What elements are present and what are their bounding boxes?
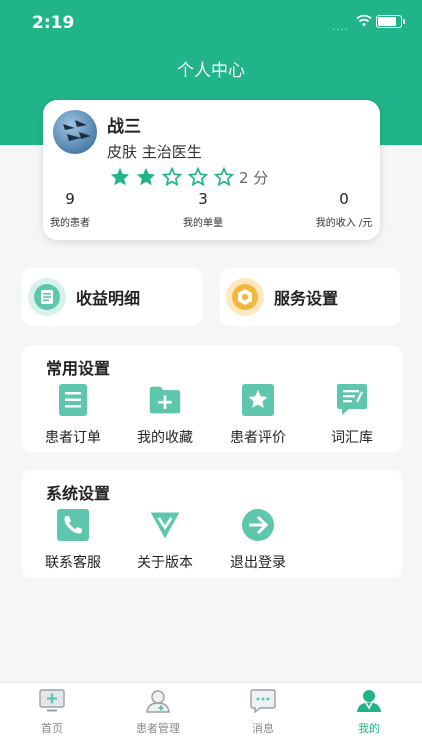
status-time: 2:19 [32,13,75,33]
doctor-name: 战三 [107,117,141,137]
section-title: 系统设置 [46,484,111,503]
service-settings-button[interactable]: 服务设置 [220,268,400,326]
avatar[interactable] [53,110,97,154]
logout-button[interactable]: 退出登录 [218,508,298,572]
tab-messages[interactable]: 消息 [228,689,298,736]
item-label: 关于版本 [137,555,193,571]
star-empty-icon [187,166,209,187]
star-filled-icon [110,167,130,186]
patient-icon [146,690,170,713]
order-list-icon [56,383,90,417]
phone-icon [56,508,90,542]
star-box-icon [241,383,275,417]
earnings-detail-button[interactable]: 收益明细 [22,268,202,326]
stat-orders[interactable]: 3 我的单量 [173,190,233,229]
stat-value: 9 [65,190,75,208]
stat-label: 我的单量 [183,218,223,229]
tab-label: 首页 [41,722,63,735]
wifi-icon [356,14,372,27]
my-favorites-button[interactable]: 我的收藏 [125,383,205,447]
star-filled-icon [136,167,156,186]
star-empty-icon [213,166,235,187]
item-label: 词汇库 [331,430,373,446]
section-title: 常用设置 [46,359,111,378]
rating: 2 分 [109,166,268,188]
receipt-icon [28,278,66,316]
vocabulary-button[interactable]: 词汇库 [312,383,392,447]
about-version-button[interactable]: 关于版本 [125,508,205,572]
stat-label: 我的患者 [50,218,90,229]
quick-action-label: 服务设置 [274,289,339,308]
monitor-plus-icon [39,689,65,712]
signal-icon: .... [332,22,349,33]
version-icon [148,508,182,542]
doctor-icon [357,690,381,712]
stat-label: 我的收入 /元 [315,218,373,229]
doctor-department-title: 皮肤 主治医生 [107,143,202,161]
tab-label: 消息 [252,722,274,735]
message-icon [250,689,276,714]
item-label: 我的收藏 [137,430,193,446]
vocabulary-icon [335,383,369,417]
patient-orders-button[interactable]: 患者订单 [33,383,113,447]
hexagon-gear-icon [226,278,264,316]
page-title: 个人中心 [177,61,245,81]
common-settings-section: 常用设置 患者订单 我的收藏 患者评价 词汇库 [22,345,402,452]
status-bar: 2:19 .... [0,0,422,44]
tab-home[interactable]: 首页 [17,689,87,736]
item-label: 退出登录 [230,555,286,571]
rating-score: 2 分 [239,168,269,187]
folder-add-icon [148,383,182,417]
tab-label: 患者管理 [136,722,180,735]
tab-bar: 首页 患者管理 消息 我的 [0,682,422,750]
quick-action-label: 收益明细 [76,289,141,308]
system-settings-section: 系统设置 联系客服 关于版本 退出登录 [22,470,402,578]
contact-support-button[interactable]: 联系客服 [33,508,113,572]
stat-value: 0 [339,190,349,208]
profile-card: 战三 皮肤 主治医生 2 分 9 我的患者 3 我的单量 0 我的收入 /元 [43,100,380,240]
star-empty-icon [161,166,183,187]
tab-label: 我的 [358,722,380,735]
patient-reviews-button[interactable]: 患者评价 [218,383,298,447]
item-label: 联系客服 [45,555,101,571]
item-label: 患者订单 [45,430,101,446]
stat-income[interactable]: 0 我的收入 /元 [311,190,377,229]
tab-mine[interactable]: 我的 [334,689,404,736]
logout-arrow-icon [241,508,275,542]
item-label: 患者评价 [230,430,286,446]
stat-value: 3 [198,190,208,208]
battery-icon [376,15,405,28]
stat-patients[interactable]: 9 我的患者 [45,190,95,229]
tab-patient-management[interactable]: 患者管理 [123,689,193,736]
